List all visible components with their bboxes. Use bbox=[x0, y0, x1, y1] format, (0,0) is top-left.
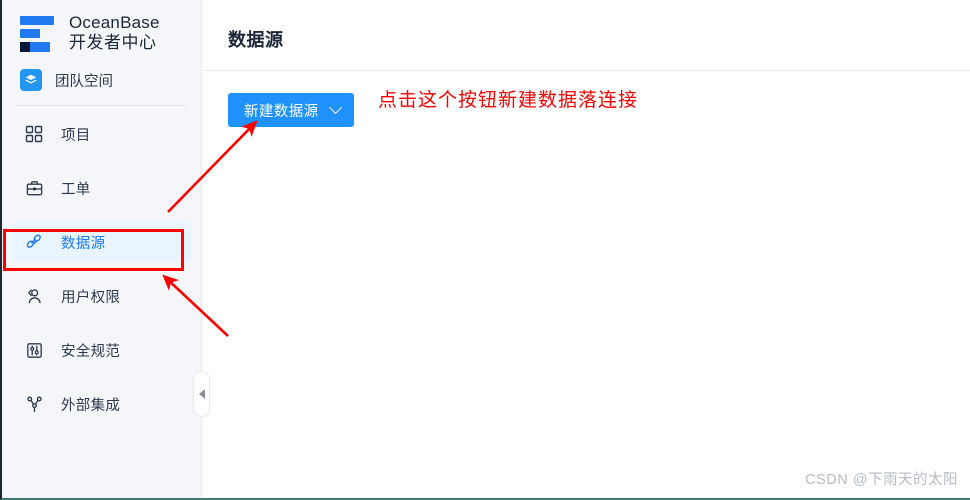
brand-name: OceanBase bbox=[69, 13, 160, 32]
sidebar-item-user-permissions[interactable]: 用户权限 bbox=[12, 276, 191, 316]
briefcase-icon bbox=[23, 177, 45, 199]
sidebar-item-team-space[interactable]: 团队空间 bbox=[2, 53, 201, 92]
oceanbase-logo-icon bbox=[20, 14, 56, 53]
user-icon bbox=[23, 285, 45, 307]
sidebar-collapse-button[interactable] bbox=[193, 371, 210, 417]
sidebar-item-projects[interactable]: 项目 bbox=[12, 114, 191, 154]
chevron-left-icon bbox=[198, 389, 205, 399]
watermark: CSDN @下雨天的太阳 bbox=[805, 472, 958, 488]
app-window: OceanBase 开发者中心 团队空间 项目 工单 数据源 用户权限 安全规范… bbox=[0, 0, 970, 500]
sidebar-item-security-rules[interactable]: 安全规范 bbox=[12, 330, 191, 370]
branch-icon bbox=[23, 393, 45, 415]
page-title: 数据源 bbox=[228, 30, 284, 50]
brand-subtitle: 开发者中心 bbox=[69, 33, 157, 53]
annotation-text: 点击这个按钮新建数据落连接 bbox=[378, 90, 639, 111]
brand[interactable]: OceanBase 开发者中心 bbox=[2, 0, 201, 53]
sidebar-nav: 项目 工单 数据源 用户权限 安全规范 外部集成 bbox=[2, 114, 201, 424]
sliders-icon bbox=[23, 339, 45, 361]
sidebar-item-datasource-label: 数据源 bbox=[61, 235, 106, 252]
chevron-down-icon bbox=[328, 100, 342, 114]
new-datasource-button-label: 新建数据源 bbox=[244, 103, 319, 120]
sidebar-item-tickets-label: 工单 bbox=[61, 181, 91, 198]
sidebar-divider bbox=[16, 105, 187, 107]
grid-icon bbox=[23, 123, 45, 145]
sidebar-item-projects-label: 项目 bbox=[61, 127, 91, 144]
sidebar: OceanBase 开发者中心 团队空间 项目 工单 数据源 用户权限 安全规范… bbox=[2, 0, 202, 498]
sidebar-item-datasource[interactable]: 数据源 bbox=[12, 222, 191, 263]
sidebar-item-team-space-label: 团队空间 bbox=[55, 73, 113, 90]
sidebar-item-user-permissions-label: 用户权限 bbox=[61, 289, 121, 306]
sidebar-item-external-integration-label: 外部集成 bbox=[61, 397, 121, 414]
main-content: 数据源 新建数据源 点击这个按钮新建数据落连接 CSDN @下雨天的太阳 bbox=[203, 0, 970, 498]
sidebar-item-external-integration[interactable]: 外部集成 bbox=[12, 384, 191, 424]
sidebar-item-tickets[interactable]: 工单 bbox=[12, 168, 191, 208]
layers-icon bbox=[20, 69, 42, 92]
link-icon bbox=[23, 231, 45, 253]
new-datasource-button[interactable]: 新建数据源 bbox=[228, 93, 354, 127]
sidebar-item-security-rules-label: 安全规范 bbox=[61, 343, 121, 360]
